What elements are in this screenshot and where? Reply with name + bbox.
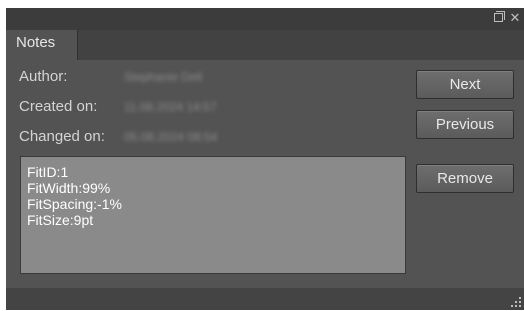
changed-on-value: 05.08.2024 08:54 xyxy=(124,130,218,144)
tab-notes[interactable]: Notes xyxy=(6,30,78,60)
next-button[interactable]: Next xyxy=(416,70,514,99)
created-on-label: Created on: xyxy=(19,98,98,115)
close-icon[interactable]: ✕ xyxy=(508,11,522,25)
note-text-area[interactable]: FitID:1 FitWidth:99% FitSpacing:-1% FitS… xyxy=(20,156,406,274)
remove-button[interactable]: Remove xyxy=(416,164,514,193)
created-on-value: 11.08.2024 14:57 xyxy=(124,100,217,114)
changed-on-label: Changed on: xyxy=(19,128,105,145)
notes-panel: ✕ Notes Author: Stephanie Dell Created o… xyxy=(6,8,524,310)
restore-icon[interactable] xyxy=(492,11,506,25)
previous-button[interactable]: Previous xyxy=(416,110,514,139)
author-label: Author: xyxy=(19,68,68,85)
resize-grip-icon[interactable] xyxy=(511,297,521,307)
panel-titlebar[interactable]: ✕ xyxy=(6,8,524,30)
tab-strip: Notes xyxy=(6,30,524,60)
author-value: Stephanie Dell xyxy=(124,70,203,84)
status-bar xyxy=(6,288,524,310)
